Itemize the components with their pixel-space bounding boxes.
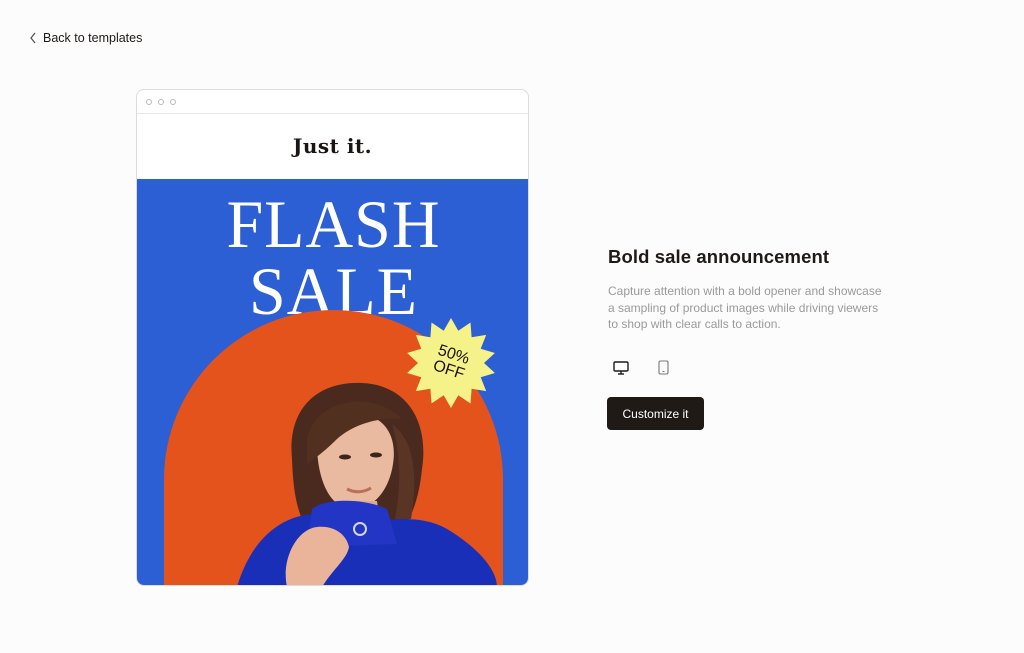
email-preview: Just it. FLASH SALE 50% OFF xyxy=(136,89,529,586)
window-dot-icon xyxy=(158,98,164,105)
device-toggle xyxy=(608,355,888,381)
email-header: Just it. xyxy=(137,114,528,178)
desktop-preview-button[interactable] xyxy=(608,355,634,381)
template-title: Bold sale announcement xyxy=(608,246,830,267)
desktop-icon xyxy=(613,360,629,375)
brand-logo: Just it. xyxy=(292,134,373,158)
window-dot-icon xyxy=(170,98,176,105)
mobile-icon xyxy=(657,360,669,375)
mobile-preview-button[interactable] xyxy=(650,355,676,381)
customize-button[interactable]: Customize it xyxy=(607,397,704,430)
template-description: Capture attention with a bold opener and… xyxy=(608,284,882,331)
preview-window-chrome xyxy=(137,90,528,114)
back-to-templates-link[interactable]: Back to templates xyxy=(29,31,142,45)
back-link-label: Back to templates xyxy=(43,31,143,45)
hero-banner: FLASH SALE 50% OFF xyxy=(137,179,528,585)
window-dot-icon xyxy=(146,98,152,105)
template-info-panel: Bold sale announcement Capture attention… xyxy=(608,246,888,381)
chevron-left-icon xyxy=(30,32,36,44)
hero-headline: FLASH SALE xyxy=(226,187,441,330)
